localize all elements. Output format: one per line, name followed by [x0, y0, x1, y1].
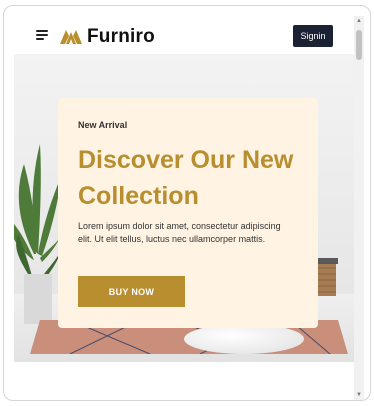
hero-description: Lorem ipsum dolor sit amet, consectetur … — [78, 221, 281, 244]
furniro-logo-icon — [60, 30, 82, 44]
vertical-scrollbar[interactable]: ▲ ▼ — [354, 16, 364, 400]
pouf-image — [184, 324, 304, 354]
scrollbar-thumb[interactable] — [356, 30, 362, 60]
hero-banner: New Arrival Discover Our New Collection … — [14, 54, 354, 362]
basket-image — [316, 258, 338, 296]
hamburger-icon[interactable] — [36, 30, 50, 44]
brand-name[interactable]: Furniro — [87, 26, 155, 48]
buy-now-button[interactable]: BUY NOW — [78, 276, 185, 307]
hero-card: New Arrival Discover Our New Collection … — [58, 98, 318, 328]
chevron-up-icon[interactable]: ▲ — [354, 16, 364, 26]
plant-image — [14, 144, 64, 324]
chevron-down-icon[interactable]: ▼ — [354, 390, 364, 400]
new-arrival-label: New Arrival — [78, 120, 128, 130]
signin-button[interactable]: Signin — [293, 25, 333, 47]
browser-frame: Furniro Signin New Arrival Discover Our … — [3, 5, 371, 401]
site-header: Furniro Signin — [14, 18, 344, 58]
hero-headline: Discover Our New Collection — [78, 146, 294, 210]
